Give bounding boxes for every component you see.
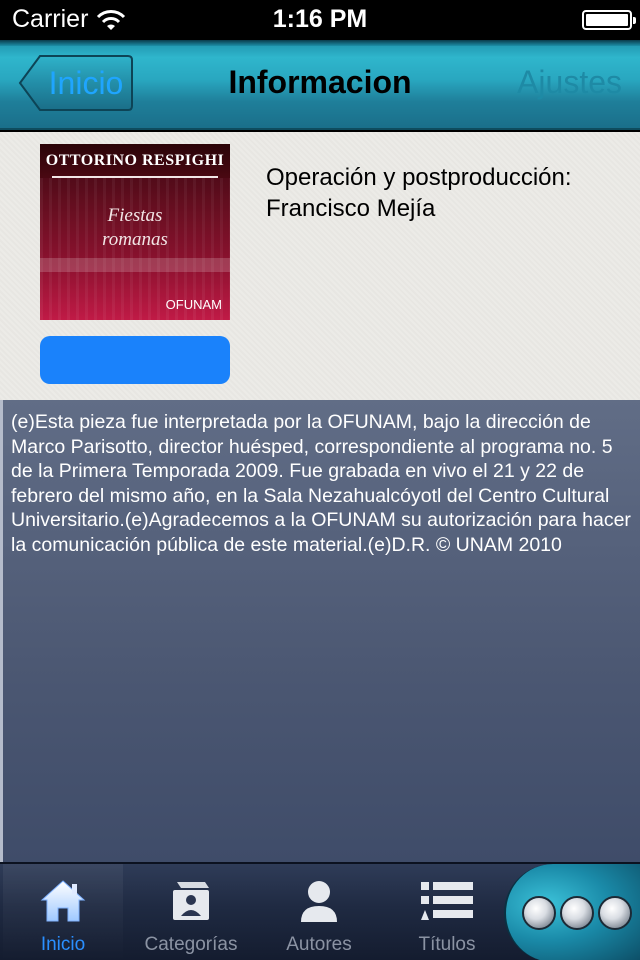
category-icon	[131, 878, 251, 926]
tab-label-categorias: Categorías	[144, 934, 238, 955]
play-button[interactable]	[40, 336, 230, 384]
tab-inicio[interactable]: Inicio	[3, 864, 123, 960]
album-label: OFUNAM	[165, 297, 222, 312]
album-cover: OTTORINO RESPIGHI Fiestas romanas OFUNAM	[40, 144, 230, 320]
tab-label-inicio: Inicio	[40, 934, 86, 955]
tab-categorias[interactable]: Categorías	[131, 864, 251, 960]
credits-text: Operación y postproducción: Francisco Me…	[266, 164, 572, 222]
tab-bar: Inicio Categorías Autores Títulos	[0, 862, 640, 960]
cover-divider	[52, 176, 218, 178]
person-icon	[259, 878, 379, 926]
info-header: OTTORINO RESPIGHI Fiestas romanas OFUNAM…	[0, 132, 640, 400]
list-icon	[387, 878, 507, 926]
description-panel[interactable]: (e)Esta pieza fue interpretada por la OF…	[0, 400, 640, 862]
status-bar: Carrier 1:16 PM	[0, 0, 640, 40]
tab-label-autores: Autores	[286, 934, 352, 955]
more-dot-icon	[522, 896, 556, 930]
more-button[interactable]	[504, 864, 640, 960]
navigation-bar: Inicio Informacion Ajustes	[0, 40, 640, 130]
tab-label-titulos: Títulos	[418, 934, 476, 955]
album-composer: OTTORINO RESPIGHI	[45, 152, 225, 169]
more-dot-icon	[560, 896, 594, 930]
more-dot-icon	[598, 896, 632, 930]
tab-titulos[interactable]: Títulos	[387, 864, 507, 960]
home-icon	[3, 878, 123, 926]
settings-button[interactable]: Ajustes	[517, 64, 622, 101]
album-piece-title: Fiestas romanas	[102, 205, 168, 250]
battery-icon	[582, 10, 636, 30]
tab-autores[interactable]: Autores	[259, 864, 379, 960]
clock: 1:16 PM	[272, 5, 368, 33]
description-text: (e)Esta pieza fue interpretada por la OF…	[11, 411, 631, 556]
